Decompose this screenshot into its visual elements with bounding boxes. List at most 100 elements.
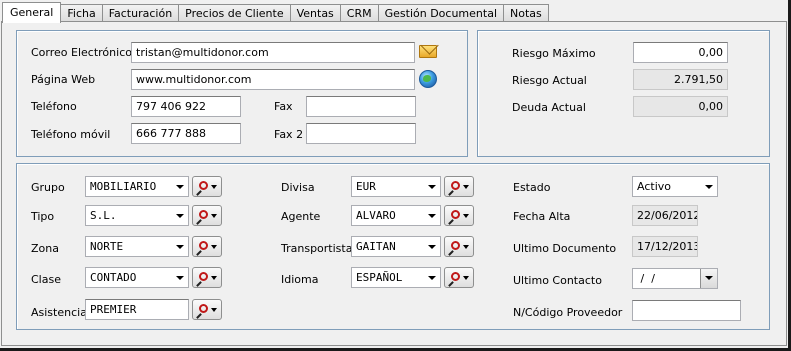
fax-field[interactable] <box>306 96 416 117</box>
tab-ficha[interactable]: Ficha <box>60 4 103 22</box>
chevron-down-icon <box>176 214 184 218</box>
tab-crm[interactable]: CRM <box>339 4 379 22</box>
fax2-field[interactable] <box>306 123 416 144</box>
estado-label: Estado <box>513 181 551 194</box>
transportista-select[interactable]: GAITAN <box>351 236 441 257</box>
chevron-down-icon <box>211 276 217 280</box>
deuda-actual-label: Deuda Actual <box>512 101 586 114</box>
tab-facturacion[interactable]: Facturación <box>101 4 180 22</box>
riesgo-maximo-field[interactable]: 0,00 <box>633 42 728 63</box>
agente-value: ALVARO <box>356 209 396 222</box>
chevron-down-icon <box>463 245 469 249</box>
tipo-value: S.L. <box>90 209 117 222</box>
asistencia-field[interactable]: PREMIER <box>85 299 189 320</box>
magnifier-icon <box>451 210 460 219</box>
clase-value: CONTADO <box>90 271 137 284</box>
email-field[interactable]: tristan@multidonor.com <box>131 42 415 63</box>
tab-gestion-documental[interactable]: Gestión Documental <box>377 4 504 22</box>
tipo-select[interactable]: S.L. <box>85 205 189 226</box>
agente-select[interactable]: ALVARO <box>351 205 441 226</box>
chevron-down-icon <box>428 214 436 218</box>
riesgo-maximo-label: Riesgo Máximo <box>512 47 596 60</box>
grupo-value: MOBILIARIO <box>90 180 157 193</box>
idioma-select[interactable]: ESPAÑOL <box>351 267 441 288</box>
deuda-actual-field: 0,00 <box>633 96 728 117</box>
chevron-down-icon <box>176 276 184 280</box>
divisa-select[interactable]: EUR <box>351 176 441 197</box>
chevron-down-icon <box>176 245 184 249</box>
magnifier-icon <box>199 304 208 313</box>
chevron-down-icon <box>428 276 436 280</box>
codigo-proveedor-field[interactable] <box>632 300 741 321</box>
web-field[interactable]: www.multidonor.com <box>131 69 415 90</box>
tipo-lookup-button[interactable] <box>192 205 222 226</box>
magnifier-icon <box>199 210 208 219</box>
transportista-lookup-button[interactable] <box>444 236 474 257</box>
ultimo-contacto-value: / / <box>637 272 655 285</box>
transportista-value: GAITAN <box>356 240 396 253</box>
magnifier-icon <box>199 181 208 190</box>
estado-value: Activo <box>637 180 671 193</box>
idioma-value: ESPAÑOL <box>356 271 403 284</box>
client-form-window: General Ficha Facturación Precios de Cli… <box>0 0 791 351</box>
codigo-proveedor-label: N/Código Proveedor <box>513 306 623 319</box>
divisa-value: EUR <box>356 180 376 193</box>
magnifier-icon <box>451 241 460 250</box>
riesgo-actual-label: Riesgo Actual <box>512 74 587 87</box>
ultimo-contacto-label: Ultimo Contacto <box>513 274 602 287</box>
magnifier-icon <box>199 272 208 281</box>
chevron-down-icon <box>211 245 217 249</box>
zona-select[interactable]: NORTE <box>85 236 189 257</box>
agente-label: Agente <box>281 210 321 223</box>
zona-value: NORTE <box>90 240 124 253</box>
clase-label: Clase <box>31 273 61 286</box>
phone-label: Teléfono <box>31 100 77 113</box>
estado-select[interactable]: Activo <box>632 176 718 197</box>
clase-select[interactable]: CONTADO <box>85 267 189 288</box>
web-label: Página Web <box>31 73 96 86</box>
tab-notas[interactable]: Notas <box>503 4 549 22</box>
chevron-down-icon <box>428 245 436 249</box>
divisa-lookup-button[interactable] <box>444 176 474 197</box>
idioma-lookup-button[interactable] <box>444 267 474 288</box>
agente-lookup-button[interactable] <box>444 205 474 226</box>
chevron-down-icon <box>463 276 469 280</box>
tab-general[interactable]: General <box>2 2 62 23</box>
envelope-icon[interactable] <box>418 42 438 62</box>
email-label: Correo Electrónico <box>31 46 132 59</box>
zona-label: Zona <box>31 242 59 255</box>
idioma-label: Idioma <box>281 273 319 286</box>
phone-field[interactable]: 797 406 922 <box>131 96 241 117</box>
contact-group: Correo Electrónico tristan@multidonor.co… <box>16 30 468 157</box>
fecha-alta-field: 22/06/2012 <box>632 205 698 226</box>
calendar-dropdown-icon[interactable] <box>700 269 717 288</box>
divisa-label: Divisa <box>281 181 315 194</box>
fecha-alta-label: Fecha Alta <box>513 210 571 223</box>
globe-icon[interactable] <box>418 69 438 89</box>
tab-precios-cliente[interactable]: Precios de Cliente <box>178 4 291 22</box>
chevron-down-icon <box>705 185 713 189</box>
grupo-label: Grupo <box>31 181 65 194</box>
tipo-label: Tipo <box>31 210 55 223</box>
asistencia-lookup-button[interactable] <box>192 299 222 320</box>
chevron-down-icon <box>463 214 469 218</box>
ultimo-contacto-date[interactable]: / / <box>632 268 718 289</box>
mobile-label: Teléfono móvil <box>31 128 111 141</box>
chevron-down-icon <box>211 308 217 312</box>
chevron-down-icon <box>176 185 184 189</box>
fax2-label: Fax 2 <box>274 128 304 141</box>
clase-lookup-button[interactable] <box>192 267 222 288</box>
magnifier-icon <box>451 272 460 281</box>
magnifier-icon <box>451 181 460 190</box>
asistencia-label: Asistencia <box>31 306 87 319</box>
grupo-lookup-button[interactable] <box>192 176 222 197</box>
classification-group: Grupo MOBILIARIO Tipo S.L. Zona NORTE Cl… <box>16 163 770 330</box>
chevron-down-icon <box>463 185 469 189</box>
zona-lookup-button[interactable] <box>192 236 222 257</box>
chevron-down-icon <box>211 185 217 189</box>
grupo-select[interactable]: MOBILIARIO <box>85 176 189 197</box>
tab-ventas[interactable]: Ventas <box>289 4 341 22</box>
chevron-down-icon <box>211 214 217 218</box>
ultimo-documento-field: 17/12/2013 <box>632 236 698 257</box>
mobile-field[interactable]: 666 777 888 <box>131 123 241 144</box>
